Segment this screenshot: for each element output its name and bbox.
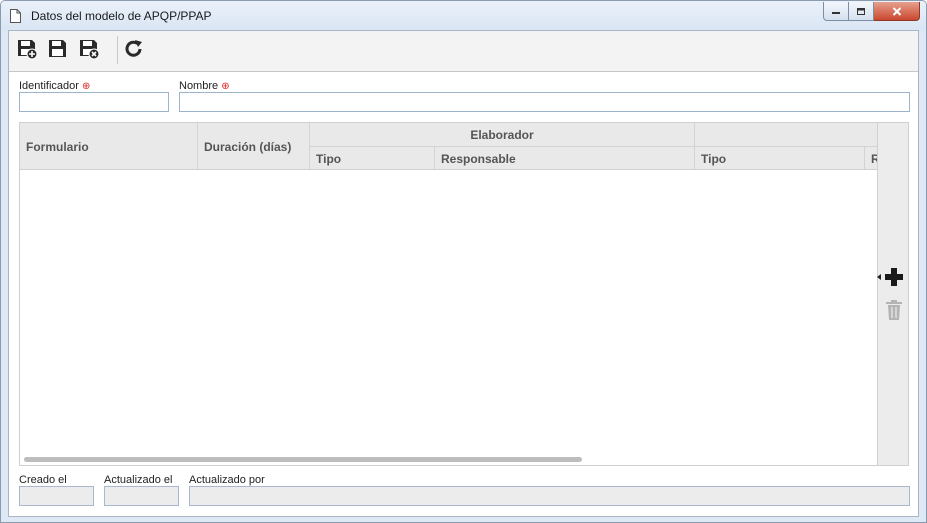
toolbar-separator — [117, 36, 118, 64]
plus-icon — [885, 268, 903, 286]
column-group-elaborador: Elaborador — [310, 123, 695, 146]
required-icon: ⊕ — [82, 81, 91, 92]
close-button[interactable] — [874, 2, 920, 21]
horizontal-scrollbar[interactable] — [24, 457, 582, 462]
identificador-input[interactable] — [19, 92, 169, 112]
floppy-close-icon — [80, 40, 100, 60]
maximize-button[interactable] — [849, 2, 874, 21]
app-window: Datos del modelo de APQP/PPAP Identifica… — [0, 0, 927, 523]
window-controls — [823, 2, 920, 21]
save-close-button[interactable] — [77, 37, 101, 61]
toolbar — [9, 31, 918, 72]
actualizado-por-field — [189, 486, 910, 506]
column-formulario[interactable]: Formulario — [20, 123, 198, 169]
floppy-plus-icon — [18, 40, 38, 60]
column-duracion[interactable]: Duración (días) — [198, 123, 310, 169]
window-title: Datos del modelo de APQP/PPAP — [31, 9, 212, 23]
refresh-icon — [125, 40, 142, 57]
required-icon: ⊕ — [221, 81, 230, 92]
forms-grid: Formulario Duración (días) Elaborador Ti… — [19, 122, 909, 466]
trash-icon — [886, 300, 902, 320]
add-button[interactable] — [883, 266, 905, 288]
column-responsable[interactable]: Responsable — [435, 147, 695, 169]
save-new-button[interactable] — [15, 37, 39, 61]
minimize-button[interactable] — [823, 2, 849, 21]
close-icon — [892, 6, 901, 16]
creado-field — [19, 486, 94, 506]
actualizado-por-label: Actualizado por — [189, 474, 265, 486]
column-tipo-2[interactable]: Tipo — [695, 147, 865, 169]
grid-side-panel — [877, 123, 908, 465]
actualizado-label: Actualizado el — [104, 474, 173, 486]
identificador-label: Identificador ⊕ — [19, 80, 90, 92]
identificador-label-text: Identificador — [19, 80, 79, 92]
nombre-label: Nombre ⊕ — [179, 80, 230, 92]
column-tipo[interactable]: Tipo — [310, 147, 435, 169]
column-group-empty — [695, 123, 877, 146]
column-truncated[interactable]: R — [865, 147, 877, 169]
document-icon — [10, 9, 21, 23]
nombre-input[interactable] — [179, 92, 910, 112]
refresh-button[interactable] — [122, 37, 146, 61]
delete-button[interactable] — [883, 299, 905, 321]
collapse-icon[interactable] — [877, 274, 881, 280]
dialog-client: Identificador ⊕ Nombre ⊕ Formulario Dura… — [8, 30, 919, 517]
floppy-icon — [49, 40, 66, 57]
title-bar[interactable]: Datos del modelo de APQP/PPAP — [1, 1, 926, 31]
restore-icon — [857, 7, 865, 15]
creado-label: Creado el — [19, 474, 67, 486]
actualizado-field — [104, 486, 179, 506]
minimize-icon — [832, 12, 840, 14]
nombre-label-text: Nombre — [179, 80, 219, 92]
save-button[interactable] — [46, 37, 70, 61]
grid-header: Formulario Duración (días) Elaborador Ti… — [20, 123, 877, 170]
